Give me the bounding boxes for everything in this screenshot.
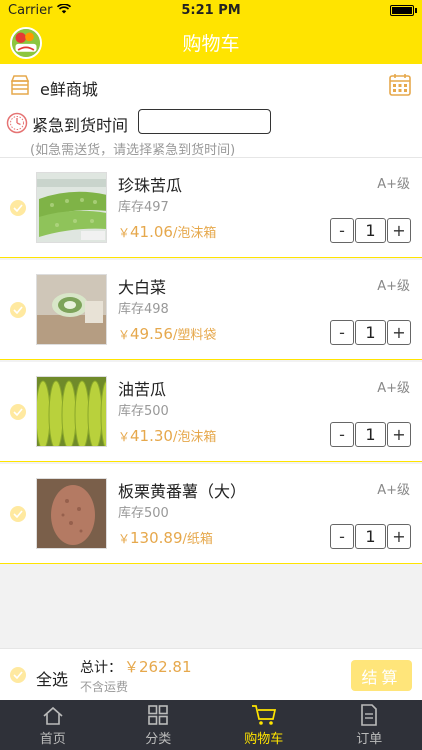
quantity-stepper: - 1 + [330,218,412,243]
tab-orders[interactable]: 订单 [317,700,422,750]
product-stock: 库存497 [118,200,169,215]
product-stock: 库存500 [118,506,169,521]
product-price: ￥130.89/纸箱 [118,528,213,547]
product-name: 大白菜 [118,278,167,297]
price-value: 49.56 [130,325,173,343]
total-label: 总计： [80,660,122,676]
cart-item: 大白菜 A+级 库存498 ￥49.56/塑料袋 - 1 + [0,260,422,360]
document-icon [361,704,378,726]
price-currency: ￥ [118,226,131,240]
quantity-field[interactable]: 1 [355,524,386,549]
product-grade: A+级 [377,177,410,192]
product-image-chinese-cabbage[interactable] [36,274,107,345]
cart-item: 珍珠苦瓜 A+级 库存497 ￥41.06/泡沫箱 - 1 + [0,158,422,258]
product-grade: A+级 [377,483,410,498]
price-value: 41.30 [130,427,173,445]
product-price: ￥49.56/塑料袋 [118,324,216,343]
product-grade: A+级 [377,381,410,396]
tab-label: 订单 [356,732,383,747]
battery-tip [415,8,417,13]
navigation-bar: 购物车 [0,20,422,64]
increase-quantity-button[interactable]: + [387,422,411,447]
item-checkbox[interactable] [10,302,26,318]
shop-header[interactable]: e鲜商城 [0,64,422,106]
product-stock: 库存500 [118,404,169,419]
decrease-quantity-button[interactable]: - [330,218,354,243]
item-checkbox[interactable] [10,404,26,420]
urgent-delivery-time-field[interactable] [138,109,271,134]
product-stock: 库存498 [118,302,169,317]
cart-item: 油苦瓜 A+级 库存500 ￥41.30/泡沫箱 - 1 + [0,362,422,462]
quantity-field[interactable]: 1 [355,218,386,243]
status-time: 5:21 PM [181,2,241,18]
increase-quantity-button[interactable]: + [387,320,411,345]
product-image-chestnut-sweet-potato[interactable] [36,478,107,549]
home-icon [43,706,63,725]
tab-bar: 首页 分类 购物车 订单 [0,700,422,750]
price-currency: ￥ [118,328,131,342]
price-unit: /纸箱 [182,532,213,547]
tab-label: 购物车 [244,732,284,747]
price-value: 41.06 [130,223,173,241]
product-name: 板栗黄番薯（大） [118,482,247,501]
status-bar: Carrier 5:21 PM [0,0,422,20]
product-image-oil-bitter-melon[interactable] [36,376,107,447]
select-all-checkbox[interactable] [10,667,26,683]
shop-name: e鲜商城 [40,80,98,99]
product-grade: A+级 [377,279,410,294]
tab-label: 首页 [39,732,66,747]
store-icon [10,74,30,100]
battery-icon [390,5,414,16]
shipping-note: 不含运费 [80,680,129,694]
total-value: ￥262.81 [124,658,192,676]
price-currency: ￥ [118,532,131,546]
product-name: 油苦瓜 [118,380,167,399]
tab-home[interactable]: 首页 [0,700,106,750]
item-checkbox[interactable] [10,200,26,216]
quantity-stepper: - 1 + [330,524,412,549]
urgent-delivery-label: 紧急到货时间 [32,116,129,135]
cart-icon [251,705,276,725]
tab-cart[interactable]: 购物车 [211,700,317,750]
urgent-delivery-hint: (如急需送货，请选择紧急到货时间) [30,143,236,158]
urgent-delivery-section: 紧急到货时间 (如急需送货，请选择紧急到货时间) [0,106,422,158]
price-unit: /塑料袋 [172,328,217,343]
quantity-field[interactable]: 1 [355,320,386,345]
quantity-field[interactable]: 1 [355,422,386,447]
page-title: 购物车 [182,32,240,55]
clock-icon [6,112,28,138]
quantity-stepper: - 1 + [330,320,412,345]
tab-category[interactable]: 分类 [106,700,212,750]
grid-icon [148,705,169,725]
decrease-quantity-button[interactable]: - [330,422,354,447]
efresh-logo[interactable] [10,27,42,59]
price-value: 130.89 [130,529,183,547]
price-unit: /泡沫箱 [172,226,217,241]
price-currency: ￥ [118,430,131,444]
quantity-stepper: - 1 + [330,422,412,447]
calendar-icon[interactable] [388,73,412,101]
increase-quantity-button[interactable]: + [387,524,411,549]
decrease-quantity-button[interactable]: - [330,524,354,549]
tab-label: 分类 [145,732,172,747]
product-price: ￥41.30/泡沫箱 [118,426,216,445]
checkout-button[interactable]: 结算 [351,660,412,691]
increase-quantity-button[interactable]: + [387,218,411,243]
checkout-bar: 全选 总计： ￥262.81 不含运费 结算 [0,648,422,700]
price-unit: /泡沫箱 [172,430,217,445]
item-checkbox[interactable] [10,506,26,522]
product-name: 珍珠苦瓜 [118,176,183,195]
product-image-bitter-melon[interactable] [36,172,107,243]
product-price: ￥41.06/泡沫箱 [118,222,216,241]
select-all-label[interactable]: 全选 [36,666,68,690]
decrease-quantity-button[interactable]: - [330,320,354,345]
cart-item: 板栗黄番薯（大） A+级 库存500 ￥130.89/纸箱 - 1 + [0,464,422,564]
